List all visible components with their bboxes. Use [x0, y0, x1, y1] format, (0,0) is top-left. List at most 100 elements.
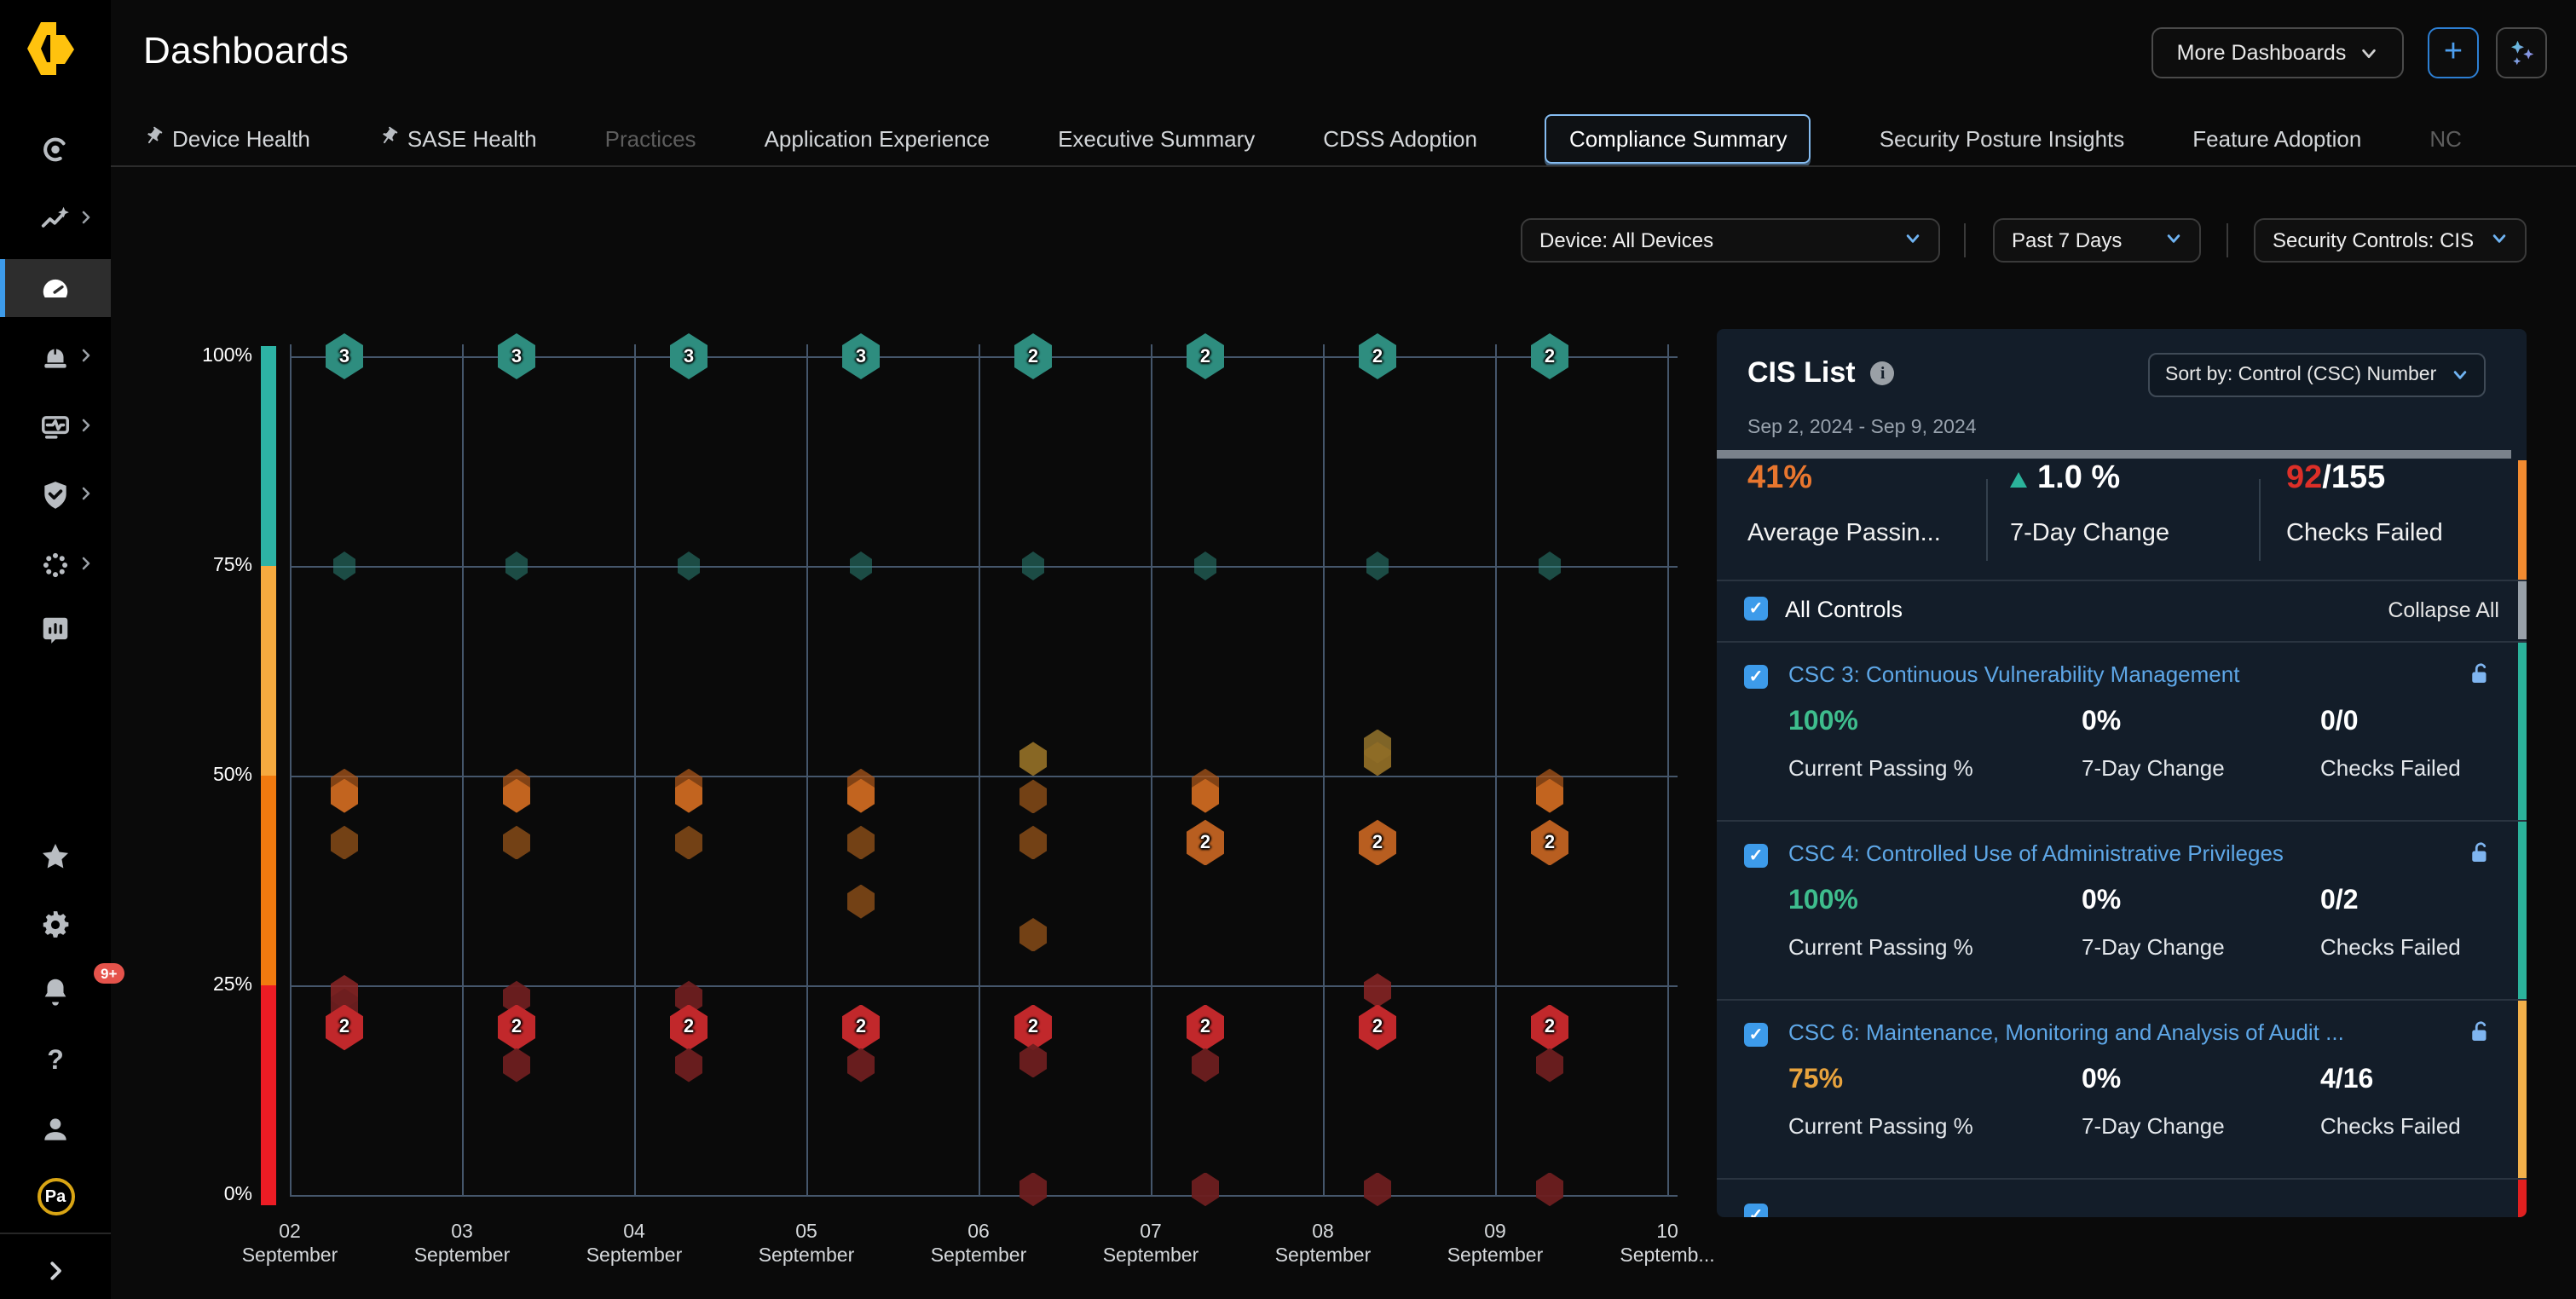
all-controls-checkbox[interactable]: ✓ [1744, 597, 1768, 621]
all-controls-label: All Controls [1785, 597, 1903, 622]
sidebar-item-activity[interactable] [0, 189, 111, 247]
tab-device-health[interactable]: Device Health [143, 125, 310, 151]
add-dashboard-button[interactable]: + [2428, 27, 2479, 78]
chart-hexagon-point[interactable]: 2 [1359, 333, 1396, 379]
control-checkbox[interactable]: ✓ [1744, 844, 1768, 868]
chart-hexagon-point[interactable] [503, 826, 530, 860]
chart-hexagon-point[interactable] [1366, 551, 1389, 580]
tab-compliance-summary[interactable]: Compliance Summary [1545, 113, 1811, 163]
vertical-scrollbar-thumb[interactable] [2518, 581, 2527, 639]
tab-cdss-adoption[interactable]: CDSS Adoption [1323, 125, 1477, 151]
chart-hexagon-point[interactable] [850, 551, 872, 580]
tab-application-experience[interactable]: Application Experience [765, 125, 991, 151]
sidebar-item-avatar[interactable]: Pa [0, 1168, 111, 1226]
tab-practices[interactable]: Practices [605, 125, 696, 151]
control-title-link[interactable]: CSC 3: Continuous Vulnerability Manageme… [1788, 661, 2239, 687]
sidebar-item-command-center[interactable] [0, 121, 111, 179]
chart-hexagon-point[interactable]: 3 [670, 333, 708, 379]
chart-hexagon-point[interactable]: 2 [670, 1004, 708, 1050]
chart-hexagon-point[interactable] [1019, 918, 1047, 952]
chart-hexagon-point[interactable]: 3 [326, 333, 363, 379]
control-stat-label: Checks Failed [2320, 1113, 2461, 1139]
sidebar-item-favorites[interactable] [0, 827, 111, 885]
panel-date-range: Sep 2, 2024 - Sep 9, 2024 [1747, 418, 1977, 438]
chart-hexagon-point[interactable] [1539, 551, 1561, 580]
tab-security-posture-insights[interactable]: Security Posture Insights [1880, 125, 2125, 151]
control-title-link[interactable]: CSC 6: Maintenance, Monitoring and Analy… [1788, 1019, 2344, 1045]
chart-hexagon-point[interactable] [1019, 742, 1047, 776]
tab-executive-summary[interactable]: Executive Summary [1058, 125, 1255, 151]
ai-assistant-button[interactable] [2496, 27, 2547, 78]
info-icon[interactable]: i [1871, 361, 1895, 385]
filter-dropdown-time-range[interactable]: Past 7 Days [1993, 218, 2201, 263]
chart-hexagon-point[interactable] [505, 551, 528, 580]
chart-hexagon-point[interactable] [847, 826, 875, 860]
chart-hexagon-point[interactable] [1192, 1172, 1219, 1206]
chart-hexagon-point[interactable]: 2 [1531, 333, 1568, 379]
chart-hexagon-point[interactable] [333, 551, 355, 580]
chart-hexagon-point[interactable]: 2 [1014, 1004, 1052, 1050]
chart-hexagon-point[interactable]: 2 [1359, 820, 1396, 866]
sidebar-expand-chevron[interactable] [0, 1241, 111, 1299]
sidebar-item-services[interactable] [0, 535, 111, 593]
chart-hexagon-point[interactable]: 2 [1014, 333, 1052, 379]
chart-hexagon-point[interactable] [331, 826, 358, 860]
tab-sase-health[interactable]: SASE Health [378, 125, 537, 151]
chart-hexagon-point[interactable] [675, 826, 702, 860]
chart-hexagon-point[interactable] [1019, 1044, 1047, 1078]
app-logo-icon[interactable] [27, 22, 78, 84]
control-title-link[interactable]: CSC 4: Controlled Use of Administrative … [1788, 840, 2284, 866]
chart-hexagon-point[interactable]: 2 [842, 1004, 880, 1050]
control-checkbox[interactable]: ✓ [1744, 1204, 1768, 1217]
sidebar-item-reports[interactable] [0, 600, 111, 658]
chart-hexagon-point[interactable] [678, 551, 700, 580]
chart-hexagon-point[interactable]: 2 [498, 1004, 535, 1050]
filter-dropdown-security-controls[interactable]: Security Controls: CIS [2254, 218, 2527, 263]
tab-feature-adoption[interactable]: Feature Adoption [2192, 125, 2361, 151]
control-stat-value: 75% [1788, 1065, 1843, 1096]
sidebar-item-dashboards[interactable] [0, 259, 111, 317]
chart-hexagon-point[interactable] [1536, 1048, 1563, 1082]
horizontal-scrollbar[interactable] [1717, 450, 2511, 459]
collapse-all-button[interactable]: Collapse All [2388, 598, 2499, 622]
chart-hexagon-point[interactable]: 3 [842, 333, 880, 379]
chart-hexagon-point[interactable]: 2 [1187, 333, 1224, 379]
chart-hexagon-point[interactable] [1019, 780, 1047, 814]
chevron-right-icon [78, 556, 94, 571]
monitor-icon [39, 410, 72, 442]
chart-hexagon-point[interactable]: 2 [1187, 1004, 1224, 1050]
chart-hexagon-point[interactable] [1192, 1048, 1219, 1082]
sidebar-item-user[interactable] [0, 1100, 111, 1158]
chart-hexagon-point[interactable] [503, 1048, 530, 1082]
sidebar-item-security[interactable] [0, 465, 111, 523]
user-avatar: Pa [37, 1178, 74, 1215]
chart-hexagon-point[interactable] [1364, 973, 1391, 1007]
chart-hexagon-point[interactable] [675, 1048, 702, 1082]
control-checkbox[interactable]: ✓ [1744, 665, 1768, 689]
chart-hexagon-point[interactable]: 2 [1531, 1004, 1568, 1050]
favorites-icon [39, 840, 72, 872]
sort-by-dropdown[interactable]: Sort by: Control (CSC) Number [2148, 353, 2486, 397]
sidebar-item-settings[interactable] [0, 895, 111, 953]
chart-hexagon-point[interactable] [847, 885, 875, 919]
chart-hexagon-point[interactable] [1022, 551, 1044, 580]
chart-hexagon-point[interactable] [847, 1048, 875, 1082]
chart-hexagon-point[interactable] [1019, 1172, 1047, 1206]
sidebar-item-alerts[interactable] [0, 327, 111, 385]
chart-hexagon-point[interactable]: 3 [498, 333, 535, 379]
sidebar-item-monitor[interactable] [0, 397, 111, 455]
chart-hexagon-point[interactable]: 2 [1531, 820, 1568, 866]
sidebar-item-help[interactable]: ? [0, 1033, 111, 1091]
chart-hexagon-point[interactable] [1019, 826, 1047, 860]
filter-dropdown-device[interactable]: Device: All Devices [1521, 218, 1940, 263]
chart-hexagon-point[interactable]: 2 [1359, 1004, 1396, 1050]
control-checkbox[interactable]: ✓ [1744, 1023, 1768, 1047]
tab-nc[interactable]: NC [2429, 125, 2462, 151]
chart-hexagon-point[interactable] [1194, 551, 1216, 580]
more-dashboards-button[interactable]: More Dashboards [2151, 27, 2404, 78]
chart-hexagon-point[interactable] [1536, 1172, 1563, 1206]
chart-hexagon-point[interactable]: 2 [1187, 820, 1224, 866]
settings-icon [39, 908, 72, 940]
chart-hexagon-point[interactable] [1364, 1172, 1391, 1206]
sidebar-item-notifications[interactable]: 9+ [0, 961, 111, 1019]
